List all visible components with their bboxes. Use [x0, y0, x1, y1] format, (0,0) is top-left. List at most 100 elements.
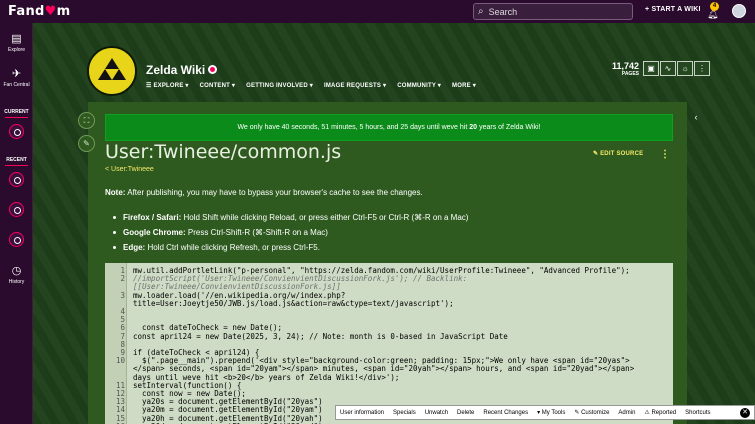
parent-page-link[interactable]: < User:Twineee: [105, 166, 154, 173]
notifications-button[interactable]: 🔔︎ 4: [707, 2, 719, 19]
browser-name: Google Chrome:: [123, 228, 186, 237]
edit-source-label: EDIT SOURCE: [600, 151, 644, 157]
browser-name: Firefox / Safari:: [123, 213, 182, 222]
banner-suffix: years of Zelda Wiki!: [479, 124, 541, 131]
rail-explore[interactable]: ▤ Explore: [0, 32, 33, 53]
rail-recent-heading: RECENT: [6, 157, 27, 163]
page-count-label: PAGES: [621, 71, 639, 77]
left-rail: ▤ Explore ✈ Fan Central CURRENT RECENT ◷…: [0, 23, 33, 424]
current-wiki-icon[interactable]: [9, 124, 24, 139]
rocket-icon: ✈: [11, 68, 22, 80]
triforce-icon: [98, 69, 112, 80]
edit-source-button[interactable]: ✎ EDIT SOURCE: [593, 150, 643, 157]
page-actions-icon[interactable]: ⋮: [660, 149, 670, 160]
rail-fan-central-label: Fan Central: [3, 82, 30, 88]
search-icon: ⌕: [478, 6, 484, 17]
toolbar-my-tools[interactable]: ▾ My Tools: [537, 409, 565, 416]
theme-toggle-icon[interactable]: ☼: [677, 61, 693, 76]
toolbar-my-tools-label: My Tools: [541, 410, 566, 416]
nav-getting-involved-label: GETTING INVOLVED: [246, 83, 308, 89]
note-label: Note:: [105, 188, 126, 197]
code-block: 1 mw.util.addPortletLink("p-personal", "h…: [105, 263, 673, 424]
toolbar-customize[interactable]: ✎ Customize: [574, 409, 609, 416]
banner-text: We only have 40 seconds, 51 minutes, 5 h…: [237, 124, 468, 131]
browser-text: Hold Shift while clicking Reload, or pre…: [183, 213, 469, 222]
toolbar-unwatch[interactable]: Unwatch: [425, 410, 448, 416]
clock-icon: ◷: [11, 265, 22, 277]
divider: [5, 165, 28, 166]
discussions-icon[interactable]: ▣: [643, 61, 659, 76]
close-icon[interactable]: ✕: [740, 408, 750, 418]
nav-community-label: COMMUNITY: [397, 83, 436, 89]
browser-instructions: Firefox / Safari: Hold Shift while click…: [112, 213, 469, 258]
nav-more[interactable]: MORE ▾: [452, 82, 476, 89]
toolbar-user-information[interactable]: User information: [340, 410, 384, 416]
toolbar-admin[interactable]: Admin: [618, 410, 635, 416]
wiki-badge-icon: [208, 65, 217, 74]
divider: [5, 117, 28, 118]
edit-pencil-icon[interactable]: ✎: [78, 135, 95, 152]
fullscreen-icon[interactable]: ⛶: [78, 112, 95, 129]
code-text: const april24 = new Date(2025, 3, 24); /…: [133, 331, 508, 341]
line-number: 3: [120, 290, 125, 300]
global-navigation: Fand♥m ⌕ Search + START A WIKI 🔔︎ 4: [0, 0, 755, 23]
browser-text: Press Ctrl-Shift-R (⌘-Shift-R on a Mac): [187, 228, 328, 237]
rail-explore-label: Explore: [8, 47, 25, 53]
wiki-toolbar: User information Specials Unwatch Delete…: [335, 405, 755, 420]
toolbar-reported-label: Reported: [651, 410, 677, 416]
nav-explore[interactable]: ☰ EXPLORE ▾: [146, 82, 189, 89]
triforce-icon: [112, 69, 126, 80]
more-icon[interactable]: ⋮: [694, 61, 710, 76]
start-wiki-label: START A WIKI: [651, 6, 701, 13]
recent-wiki-icon[interactable]: [9, 172, 24, 187]
browser-name: Edge:: [123, 243, 146, 252]
toolbar-specials[interactable]: Specials: [393, 410, 416, 416]
rail-current-heading: CURRENT: [4, 109, 29, 115]
avatar[interactable]: [732, 4, 746, 18]
nav-image-requests[interactable]: IMAGE REQUESTS ▾: [324, 82, 386, 89]
banner-number: 20: [469, 124, 478, 131]
triforce-icon: [105, 58, 119, 69]
code-line: title=User:Joeytje50/JWB.js/load.js&acti…: [105, 298, 673, 308]
page-count: 11,742 PAGES: [605, 61, 639, 77]
nav-getting-involved[interactable]: GETTING INVOLVED ▾: [246, 82, 313, 89]
wiki-logo[interactable]: [87, 46, 137, 96]
nav-content[interactable]: CONTENT ▾: [200, 82, 236, 89]
line-number: 2: [120, 274, 125, 284]
rail-fan-central[interactable]: ✈ Fan Central: [0, 67, 33, 88]
nav-community[interactable]: COMMUNITY ▾: [397, 82, 441, 89]
search-placeholder: Search: [488, 6, 518, 17]
toolbar-shortcuts[interactable]: Shortcuts: [685, 410, 710, 416]
wiki-name[interactable]: Zelda Wiki: [146, 63, 205, 77]
toolbar-customize-label: Customize: [581, 410, 610, 416]
recent-wiki-icon[interactable]: [9, 202, 24, 217]
code-line: 4: [105, 307, 673, 316]
page-title: User:Twineee/common.js: [105, 141, 342, 163]
fandom-logo[interactable]: Fand♥m: [8, 4, 70, 19]
toolbar-recent-changes[interactable]: Recent Changes: [483, 410, 528, 416]
collapse-chevron-icon[interactable]: ‹: [689, 112, 703, 128]
toolbar-reported[interactable]: ⚠ Reported: [644, 409, 676, 416]
code-text: title=User:Joeytje50/JWB.js/load.js&acti…: [133, 298, 454, 308]
rail-history-label: History: [8, 279, 25, 285]
compass-icon: ▤: [11, 33, 22, 45]
list-item: Firefox / Safari: Hold Shift while click…: [112, 213, 469, 222]
notification-badge: 4: [710, 2, 719, 11]
list-item: Google Chrome: Press Ctrl-Shift-R (⌘-Shi…: [112, 228, 468, 237]
toolbar-delete[interactable]: Delete: [457, 410, 474, 416]
list-item: Edge: Hold Ctrl while clicking Refresh, …: [112, 243, 468, 252]
code-line: 7 const april24 = new Date(2025, 3, 24); …: [105, 331, 673, 341]
rail-history[interactable]: ◷ History: [0, 264, 33, 285]
recent-wiki-icon[interactable]: [9, 232, 24, 247]
countdown-banner: We only have 40 seconds, 51 minutes, 5 h…: [105, 114, 673, 141]
note-text: After publishing, you may have to bypass…: [127, 188, 423, 197]
start-wiki-button[interactable]: + START A WIKI: [645, 6, 701, 13]
search-box[interactable]: ⌕ Search: [473, 3, 633, 20]
line-number: 10: [115, 356, 125, 366]
heart-icon: ♥: [44, 4, 57, 19]
wiki-nav: ☰ EXPLORE ▾ CONTENT ▾ GETTING INVOLVED ▾…: [146, 82, 487, 89]
nav-content-label: CONTENT: [199, 83, 231, 89]
cache-note: Note: After publishing, you may have to …: [105, 188, 423, 197]
activity-icon[interactable]: ∿: [660, 61, 676, 76]
nav-explore-label: EXPLORE: [153, 83, 184, 89]
